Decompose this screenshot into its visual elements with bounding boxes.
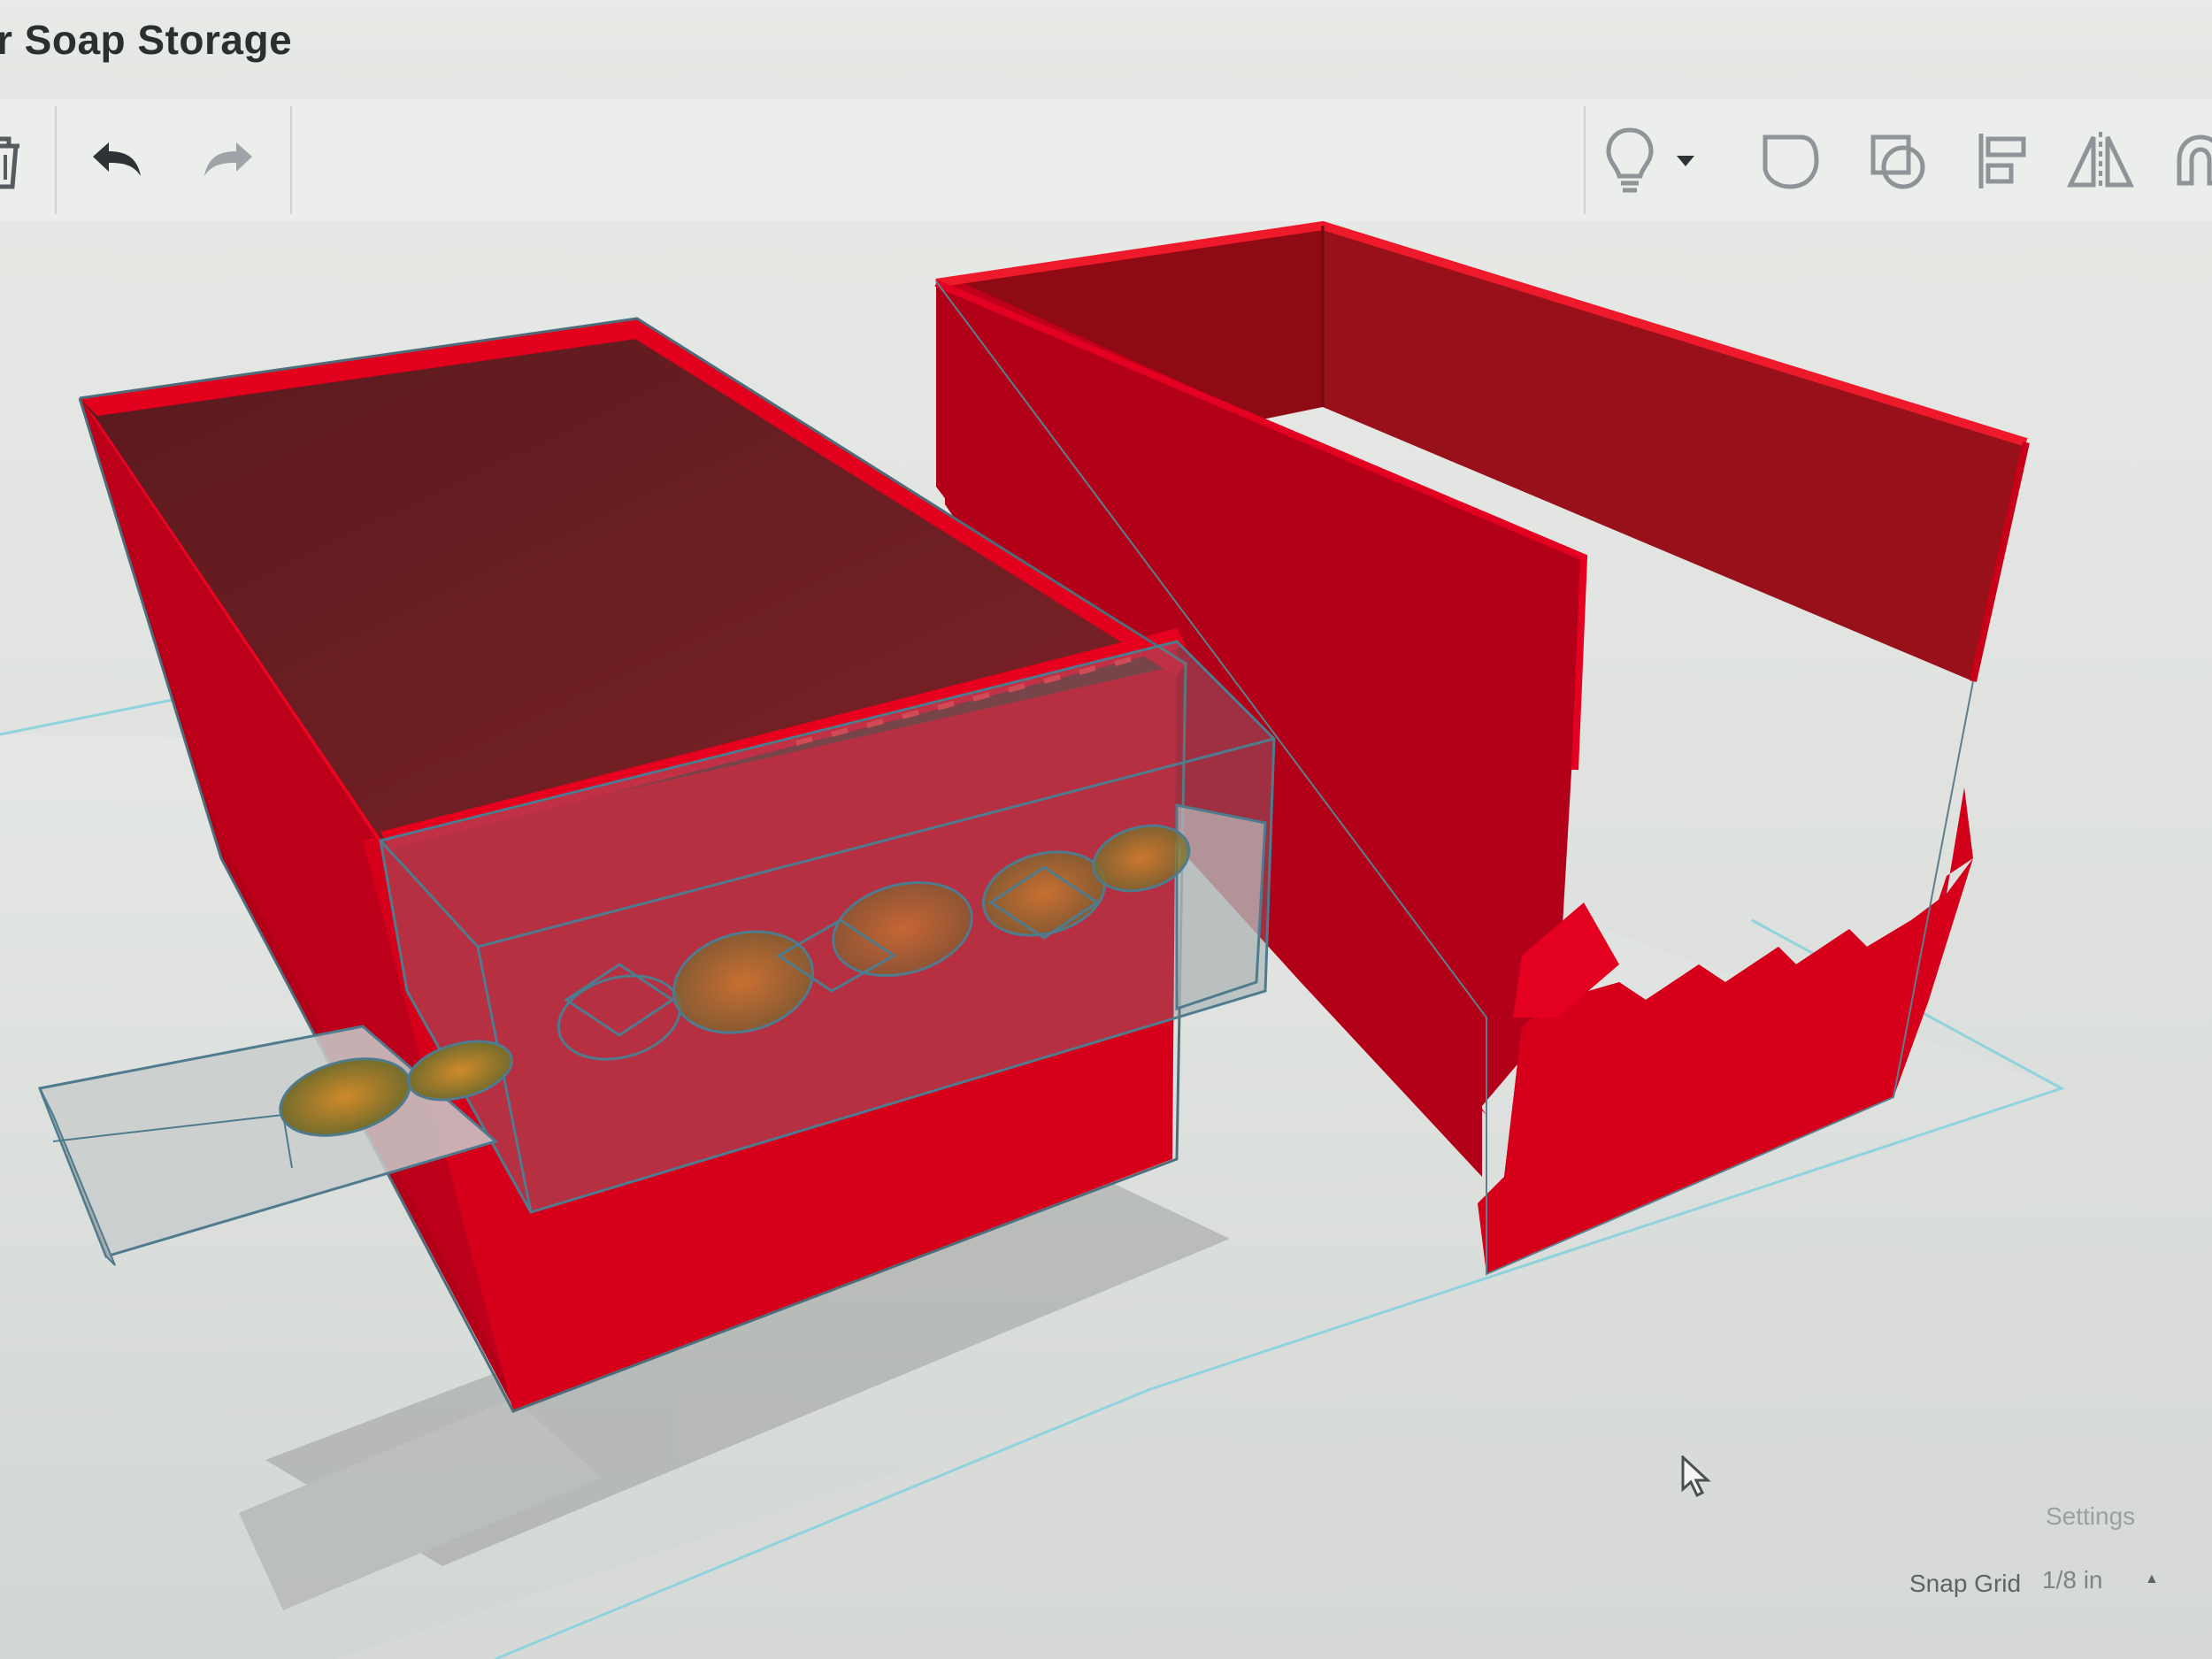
toolbar-divider [1584, 106, 1586, 214]
mirror-icon [2067, 132, 2134, 190]
snap-grid-label: Snap Grid [1909, 1570, 2022, 1597]
lightbulb-icon [1606, 127, 1654, 193]
mirror-button[interactable] [2058, 119, 2143, 204]
undo-button[interactable] [74, 119, 159, 204]
mouse-cursor-icon [1681, 1455, 1711, 1498]
ungroup-button[interactable] [1856, 119, 1941, 204]
edit-toolbar [0, 99, 2212, 223]
align-icon [1978, 134, 2026, 188]
magnet-icon [2177, 134, 2212, 186]
cruise-button[interactable] [2157, 119, 2212, 204]
delete-button[interactable] [0, 119, 44, 204]
group-icon [1763, 134, 1819, 189]
show-hide-menu-button[interactable] [1663, 119, 1708, 204]
caret-up-icon[interactable]: ▲ [2145, 1571, 2159, 1587]
document-title[interactable]: r Soap Storage [0, 16, 292, 64]
design-canvas[interactable] [0, 221, 2212, 1659]
redo-arrow-icon [204, 142, 252, 176]
align-button[interactable] [1961, 119, 2046, 204]
settings-link[interactable]: Settings [2046, 1502, 2135, 1531]
toolbar-divider [55, 106, 57, 214]
redo-button[interactable] [186, 119, 271, 204]
undo-arrow-icon [93, 142, 141, 176]
group-button[interactable] [1748, 119, 1833, 204]
ungroup-icon [1870, 134, 1925, 189]
caret-down-icon [1677, 156, 1694, 166]
trash-icon [0, 136, 19, 189]
workplane-viewport[interactable] [0, 221, 2212, 1659]
show-hide-button[interactable] [1587, 119, 1672, 204]
title-bar: r Soap Storage [0, 0, 2212, 101]
toolbar-divider [290, 106, 292, 214]
